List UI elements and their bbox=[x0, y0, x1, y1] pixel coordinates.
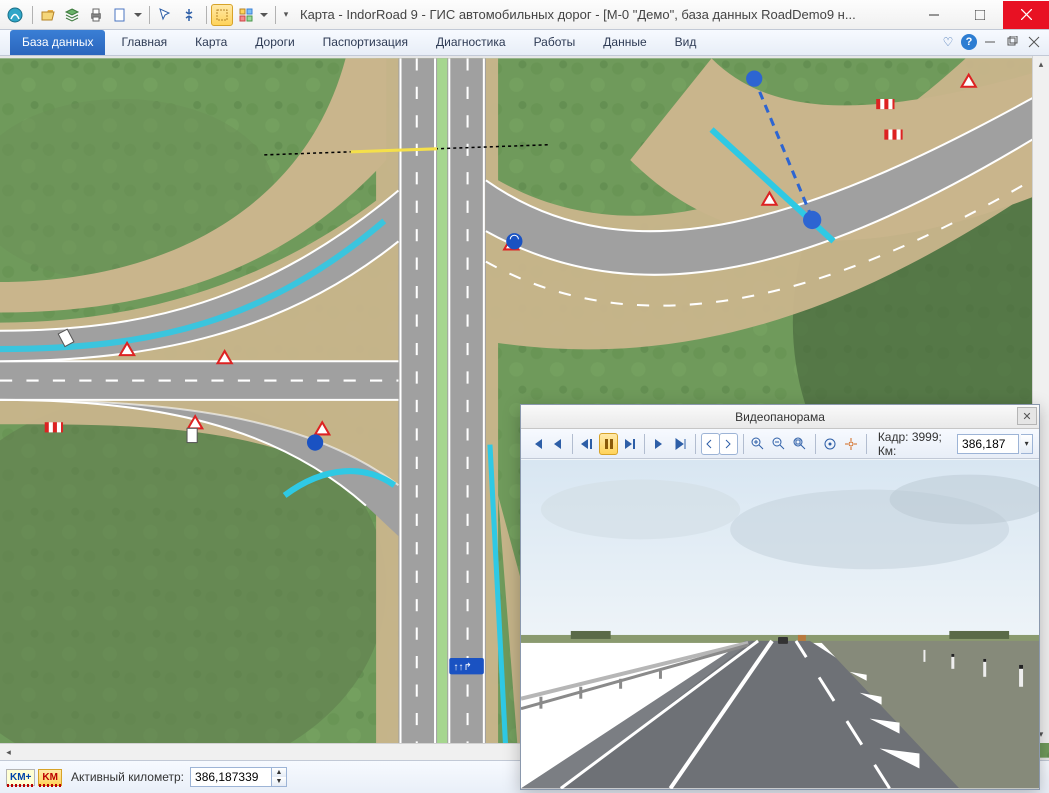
separator bbox=[695, 434, 696, 454]
heart-icon[interactable]: ♡ bbox=[939, 33, 957, 51]
pan-right-icon[interactable] bbox=[719, 433, 738, 455]
spin-down-icon[interactable]: ▼ bbox=[272, 777, 286, 786]
titlebar: ▾ Карта - IndorRoad 9 - ГИС автомобильны… bbox=[0, 0, 1049, 30]
mdi-restore-icon[interactable] bbox=[1003, 33, 1021, 51]
last-frame-icon[interactable] bbox=[671, 433, 690, 455]
video-panel-title-text: Видеопанорама bbox=[735, 410, 825, 424]
step-back-icon[interactable] bbox=[578, 433, 597, 455]
open-icon[interactable] bbox=[37, 4, 59, 26]
video-frame bbox=[521, 459, 1039, 789]
close-button[interactable] bbox=[1003, 1, 1049, 29]
video-panorama-panel: Видеопанорама ✕ Кадр: 3999; Км: ▾ bbox=[520, 404, 1040, 790]
scroll-up-icon[interactable]: ▴ bbox=[1033, 56, 1049, 73]
video-km-input[interactable] bbox=[957, 434, 1019, 454]
layers-icon[interactable] bbox=[61, 4, 83, 26]
dropdown-icon[interactable] bbox=[259, 4, 269, 26]
tab-database[interactable]: База данных bbox=[10, 30, 105, 55]
first-frame-icon[interactable] bbox=[527, 433, 546, 455]
mdi-minimize-icon[interactable] bbox=[981, 33, 999, 51]
separator bbox=[644, 434, 645, 454]
settings-icon[interactable] bbox=[821, 433, 840, 455]
separator bbox=[866, 434, 867, 454]
grid-tool-icon[interactable] bbox=[235, 4, 257, 26]
locate-icon[interactable] bbox=[842, 433, 861, 455]
tab-map[interactable]: Карта bbox=[183, 30, 239, 55]
window-controls bbox=[911, 1, 1049, 29]
km-button[interactable]: KM bbox=[38, 769, 62, 786]
km-plus-button[interactable]: KM+ bbox=[6, 769, 35, 786]
tab-works[interactable]: Работы bbox=[522, 30, 588, 55]
video-toolbar: Кадр: 3999; Км: ▾ bbox=[521, 429, 1039, 459]
tab-view[interactable]: Вид bbox=[663, 30, 709, 55]
next-frame-icon[interactable] bbox=[650, 433, 669, 455]
video-panel-title[interactable]: Видеопанорама ✕ bbox=[521, 405, 1039, 429]
separator bbox=[149, 6, 150, 24]
pan-tool-icon[interactable] bbox=[178, 4, 200, 26]
window-title: Карта - IndorRoad 9 - ГИС автомобильных … bbox=[300, 7, 911, 22]
step-forward-icon[interactable] bbox=[620, 433, 639, 455]
maximize-button[interactable] bbox=[957, 1, 1003, 29]
zoom-in-icon[interactable] bbox=[749, 433, 768, 455]
svg-text:↑↑↱: ↑↑↱ bbox=[453, 662, 472, 673]
spin-up-icon[interactable]: ▲ bbox=[272, 768, 286, 777]
separator bbox=[815, 434, 816, 454]
separator bbox=[32, 6, 33, 24]
app-icon[interactable] bbox=[4, 4, 26, 26]
separator bbox=[275, 6, 276, 24]
zoom-fit-icon[interactable] bbox=[791, 433, 810, 455]
highlight-tool-icon[interactable] bbox=[211, 4, 233, 26]
tab-main[interactable]: Главная bbox=[109, 30, 179, 55]
km-dropdown-icon[interactable]: ▾ bbox=[1021, 434, 1033, 454]
mdi-close-icon[interactable] bbox=[1025, 33, 1043, 51]
video-panel-close-button[interactable]: ✕ bbox=[1017, 407, 1037, 425]
overflow-icon[interactable]: ▾ bbox=[280, 4, 292, 26]
pause-icon[interactable] bbox=[599, 433, 618, 455]
cursor-tool-icon[interactable] bbox=[154, 4, 176, 26]
km-spinner[interactable]: ▲▼ bbox=[272, 767, 287, 787]
ribbon-tabs: База данных Главная Карта Дороги Паспорт… bbox=[0, 30, 1049, 56]
scroll-left-icon[interactable]: ◂ bbox=[0, 744, 17, 761]
active-km-label: Активный километр: bbox=[71, 770, 184, 784]
separator bbox=[572, 434, 573, 454]
separator bbox=[743, 434, 744, 454]
active-km-input[interactable] bbox=[190, 767, 272, 787]
zoom-out-icon[interactable] bbox=[770, 433, 789, 455]
tab-passport[interactable]: Паспортизация bbox=[311, 30, 420, 55]
help-icon[interactable]: ? bbox=[961, 34, 977, 50]
tab-data[interactable]: Данные bbox=[591, 30, 658, 55]
separator bbox=[206, 6, 207, 24]
minimize-button[interactable] bbox=[911, 1, 957, 29]
pan-left-icon[interactable] bbox=[701, 433, 720, 455]
tab-diagnostics[interactable]: Диагностика bbox=[424, 30, 518, 55]
new-page-icon[interactable] bbox=[109, 4, 131, 26]
tab-roads[interactable]: Дороги bbox=[243, 30, 306, 55]
frame-label: Кадр: 3999; Км: bbox=[878, 430, 951, 458]
dropdown-icon[interactable] bbox=[133, 4, 143, 26]
ribbon-right: ♡ ? bbox=[939, 33, 1043, 51]
print-icon[interactable] bbox=[85, 4, 107, 26]
prev-frame-icon[interactable] bbox=[548, 433, 567, 455]
